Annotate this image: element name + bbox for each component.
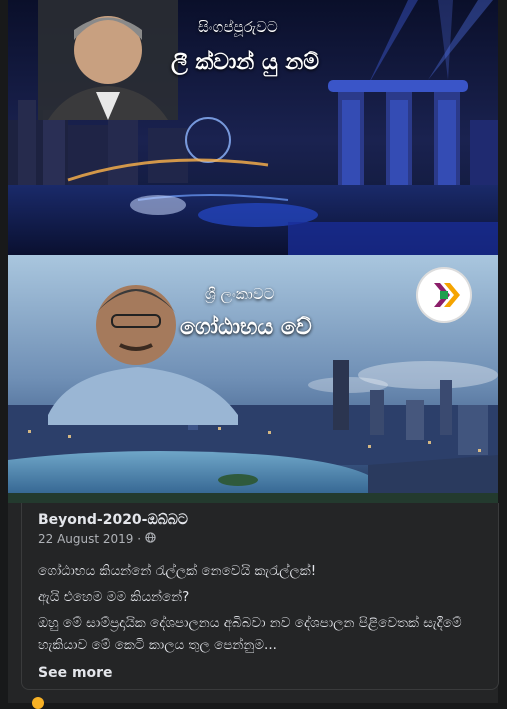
globe-icon [145, 532, 156, 546]
bottom-caption-name: ගෝඨාභය වේ [180, 315, 312, 340]
post-paragraph: ඔහු මේ සාම්ප්‍රදායික දේශපාලනය අබිබවා නව … [38, 615, 462, 653]
post-meta: Beyond-2020-ඔබ්බට 22 August 2019 · [38, 512, 478, 546]
reaction-icon-peek [32, 697, 44, 709]
party-logo [418, 269, 470, 321]
post-date[interactable]: 22 August 2019 · [38, 532, 141, 546]
post-date-row: 22 August 2019 · [38, 532, 478, 546]
top-caption-name: ලී ක්වාන් යු නම් [171, 50, 320, 75]
top-caption-country: සිංගප්පූරුවට [198, 18, 278, 36]
singapore-skyline-image [8, 0, 498, 255]
post-body: ගෝඨාභය කියන්නේ රැල්ලක් නෙවෙයි කැරැල්ලක්!… [38, 560, 478, 684]
page-name-link[interactable]: Beyond-2020-ඔබ්බට [38, 512, 478, 528]
see-more-button[interactable]: See more [38, 662, 113, 684]
bottom-caption-country: ශ්‍රී ලංකාවට [205, 285, 275, 303]
post-paragraph: ඇයි එහෙම මම කියන්නේ? [38, 589, 190, 605]
post-paragraph: ගෝඨාභය කියන්නේ රැල්ලක් නෙවෙයි කැරැල්ලක්! [38, 563, 317, 579]
post-image-top[interactable]: සිංගප්පූරුවට ලී ක්වාන් යු නම් [8, 0, 498, 255]
